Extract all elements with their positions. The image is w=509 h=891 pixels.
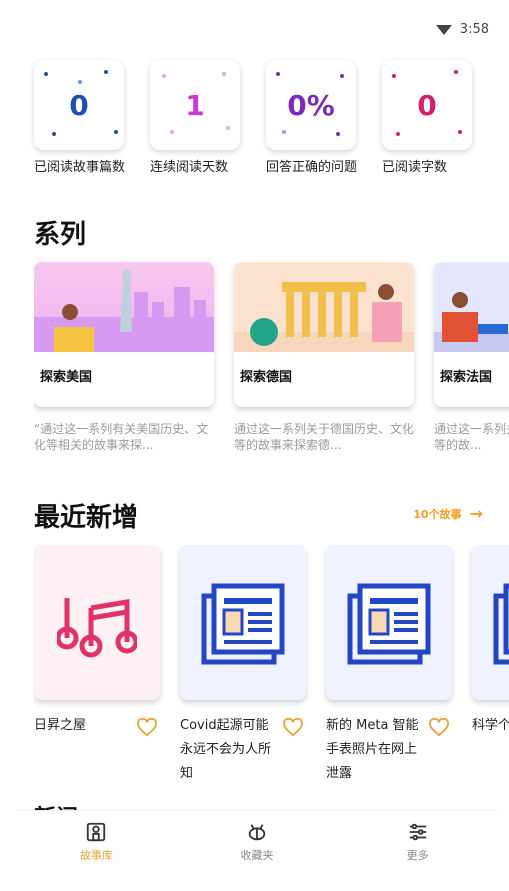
series-card-france[interactable]: 探索法国 通过这一系列关于法国历史、文化等的故...	[434, 262, 509, 455]
stat-card: 1	[150, 60, 240, 150]
story-title: Covid起源可能永远不会为人所知	[180, 718, 272, 781]
recent-story-1[interactable]: 日昇之屋	[34, 545, 160, 786]
nav-label: 更多	[406, 849, 429, 862]
heart-icon[interactable]	[136, 717, 158, 737]
series-description: 通过这一系列关于德国历史、文化等的故事来探索德...	[234, 422, 414, 452]
stat-correct-answers[interactable]: 0% 回答正确的问题	[266, 60, 358, 178]
stat-card: 0%	[266, 60, 356, 150]
france-illustration	[434, 262, 509, 352]
series-description: 通过这一系列关于法国历史、文化等的故...	[434, 422, 509, 452]
stat-streak-days[interactable]: 1 连续阅读天数	[150, 60, 242, 178]
recent-story-4[interactable]: 科学个导因	[472, 545, 509, 786]
recent-stories-link[interactable]: 10个故事 →	[413, 504, 483, 523]
story-title: 新的 Meta 智能手表照片在网上泄露	[326, 718, 419, 781]
story-cover	[180, 545, 306, 700]
nav-more[interactable]: 更多	[358, 821, 478, 863]
stat-card: 0	[34, 60, 124, 150]
recent-count-label: 10个故事	[413, 507, 462, 521]
newspaper-icon	[347, 583, 431, 664]
recent-story-2[interactable]: Covid起源可能永远不会为人所知	[180, 545, 306, 786]
music-notes-icon	[57, 597, 137, 657]
series-description: “通过这一系列有关美国历史、文化等相关的故事来探...	[34, 422, 209, 452]
bee-icon	[248, 824, 266, 841]
nav-library[interactable]: 故事库	[36, 821, 156, 863]
library-icon	[87, 822, 106, 842]
story-title: 科学个导因	[472, 718, 509, 733]
arrow-right-icon: →	[469, 504, 483, 523]
bottom-nav: 故事库 收藏夹 更多	[16, 810, 498, 873]
series-name: 探索美国	[40, 370, 93, 385]
stat-label: 已阅读故事篇数	[34, 160, 126, 175]
nav-label: 收藏夹	[240, 849, 274, 862]
series-name: 探索德国	[240, 370, 293, 385]
newspaper-icon	[201, 583, 285, 664]
newspaper-icon	[493, 583, 509, 664]
series-section-title: 系列	[34, 220, 87, 250]
series-card: 探索法国	[434, 262, 509, 407]
story-title: 日昇之屋	[34, 718, 87, 733]
stat-words-read[interactable]: 0 已阅读字数	[382, 60, 474, 178]
usa-illustration	[34, 262, 214, 352]
stat-stories-read[interactable]: 0 已阅读故事篇数	[34, 60, 126, 178]
status-bar: 3:58	[435, 22, 489, 37]
nav-favorites[interactable]: 收藏夹	[197, 821, 317, 863]
stat-label: 已阅读字数	[382, 160, 448, 175]
series-card-usa[interactable]: 探索美国 “通过这一系列有关美国历史、文化等相关的故事来探...	[34, 262, 214, 455]
series-name: 探索法国	[440, 370, 493, 385]
stat-label: 连续阅读天数	[150, 160, 229, 175]
heart-icon[interactable]	[282, 717, 304, 737]
nav-label: 故事库	[79, 849, 113, 862]
stats-row: 0 已阅读故事篇数 1 连续阅读天数 0% 回答正确的问题 0 已阅读字数	[34, 60, 474, 178]
stat-label: 回答正确的问题	[266, 160, 358, 175]
stat-value: 0	[69, 88, 89, 122]
heart-icon[interactable]	[428, 717, 450, 737]
series-card: 探索德国	[234, 262, 414, 407]
recent-story-3[interactable]: 新的 Meta 智能手表照片在网上泄露	[326, 545, 452, 786]
status-time: 3:58	[459, 22, 489, 37]
stat-value: 0	[417, 88, 437, 122]
stat-card: 0	[382, 60, 472, 150]
sliders-icon	[409, 823, 426, 841]
story-cover	[326, 545, 452, 700]
recent-section-title: 最近新增	[34, 503, 139, 533]
stat-value: 1	[185, 88, 205, 122]
germany-illustration	[234, 262, 414, 352]
series-card: 探索美国	[34, 262, 214, 407]
story-cover	[34, 545, 160, 700]
series-carousel[interactable]: 探索美国 “通过这一系列有关美国历史、文化等相关的故事来探... 探索德国 通过…	[34, 262, 509, 455]
story-cover	[472, 545, 509, 700]
wifi-icon	[435, 24, 452, 35]
stat-value: 0%	[287, 88, 335, 122]
recent-carousel[interactable]: 日昇之屋 Covid起源可能永远不会为人所知 新的 Meta 智能手表照片在网上…	[34, 545, 509, 786]
series-card-germany[interactable]: 探索德国 通过这一系列关于德国历史、文化等的故事来探索德...	[234, 262, 414, 455]
